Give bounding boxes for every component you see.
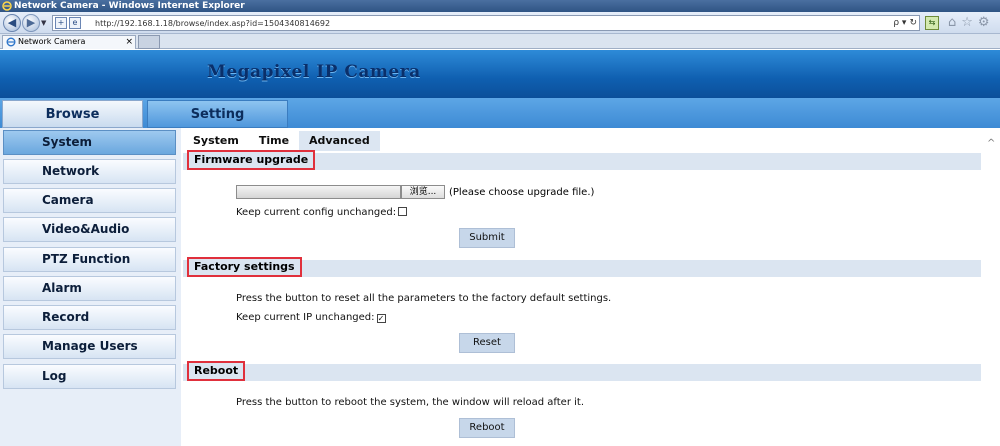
keep-ip-label: Keep current IP unchanged: — [236, 312, 375, 323]
factory-section-title: Factory settings — [187, 257, 302, 277]
keep-ip-checkbox[interactable]: ✓ — [376, 314, 386, 323]
sidebar-item-alarm[interactable]: Alarm — [3, 276, 176, 301]
keep-config-row: Keep current config unchanged: — [236, 206, 408, 219]
tab-setting[interactable]: Setting — [147, 100, 288, 128]
keep-config-checkbox[interactable] — [398, 207, 408, 216]
firmware-file-hint: (Please choose upgrade file.) — [449, 187, 595, 198]
reboot-description: Press the button to reboot the system, t… — [236, 397, 585, 408]
reboot-section-header: Reboot — [183, 361, 981, 381]
sidebar-item-network[interactable]: Network — [3, 159, 176, 184]
sidebar-item-record[interactable]: Record — [3, 305, 176, 330]
recent-pages-dropdown[interactable]: ▼ — [41, 19, 49, 27]
reboot-button[interactable]: Reboot — [459, 418, 515, 438]
reboot-section-title: Reboot — [187, 361, 246, 381]
favorites-star-icon[interactable]: ☆ — [961, 15, 973, 31]
url-text[interactable]: http://192.168.1.18/browse/index.asp?id=… — [95, 17, 330, 30]
refresh-icon[interactable]: ↻ — [909, 17, 917, 29]
firmware-section-title: Firmware upgrade — [187, 150, 316, 170]
ie-page-icon: e — [69, 17, 81, 29]
sidebar-item-video-audio[interactable]: Video&Audio — [3, 217, 176, 242]
file-browse-button[interactable]: 浏览... — [401, 185, 445, 199]
scroll-up-icon[interactable]: ^ — [987, 138, 995, 149]
page-banner: Megapixel IP Camera — [0, 50, 1000, 98]
submit-button[interactable]: Submit — [459, 228, 515, 248]
browser-tab[interactable]: Network Camera × — [2, 35, 136, 49]
sidebar-item-system[interactable]: System — [3, 130, 176, 155]
tools-gear-icon[interactable]: ⚙ — [978, 15, 990, 31]
new-tab-button[interactable] — [138, 35, 160, 49]
back-button[interactable]: ◀ — [3, 14, 21, 32]
home-icon[interactable]: ⌂ — [948, 15, 956, 31]
settings-content: System Time Advanced ^ Firmware upgrade … — [181, 128, 1000, 446]
firmware-file-input[interactable] — [236, 185, 401, 199]
subtab-system[interactable]: System — [183, 131, 249, 151]
forward-button[interactable]: ▶ — [22, 14, 40, 32]
browser-tab-bar: Network Camera × — [0, 34, 1000, 49]
subtab-time[interactable]: Time — [249, 131, 299, 151]
system-subtabs: System Time Advanced — [183, 131, 380, 151]
address-toolbar: ◀ ▶ ▼ + e http://192.168.1.18/browse/ind… — [0, 12, 1000, 34]
sidebar-item-manage-users[interactable]: Manage Users — [3, 334, 176, 359]
ie-logo-icon — [2, 1, 12, 11]
browser-tab-label: Network Camera — [18, 37, 86, 46]
back-arrow-icon: ◀ — [7, 16, 17, 29]
factory-section-header: Factory settings — [183, 257, 981, 277]
tab-browse[interactable]: Browse — [2, 100, 143, 128]
keep-config-label: Keep current config unchanged: — [236, 207, 397, 218]
tab-close-icon[interactable]: × — [125, 36, 133, 48]
firmware-section-header: Firmware upgrade — [183, 150, 981, 170]
compat-page-icon[interactable]: + — [55, 17, 67, 29]
banner-title: Megapixel IP Camera — [207, 62, 421, 82]
forward-arrow-icon: ▶ — [26, 16, 36, 29]
address-box[interactable]: + e http://192.168.1.18/browse/index.asp… — [52, 15, 920, 31]
reset-button[interactable]: Reset — [459, 333, 515, 353]
factory-description: Press the button to reset all the parame… — [236, 293, 612, 304]
window-title-bar: Network Camera - Windows Internet Explor… — [0, 0, 1000, 12]
keep-ip-row: Keep current IP unchanged: ✓ — [236, 311, 386, 324]
compatibility-view-icon[interactable]: ⇆ — [925, 16, 939, 30]
settings-sidebar: System Network Camera Video&Audio PTZ Fu… — [0, 128, 181, 446]
sidebar-item-camera[interactable]: Camera — [3, 188, 176, 213]
sidebar-item-ptz-function[interactable]: PTZ Function — [3, 247, 176, 272]
ie-tab-icon — [6, 37, 16, 47]
subtab-advanced[interactable]: Advanced — [299, 131, 380, 151]
sidebar-item-log[interactable]: Log — [3, 364, 176, 389]
search-dropdown-icon[interactable]: ρ ▾ — [893, 17, 906, 29]
window-title: Network Camera - Windows Internet Explor… — [14, 1, 245, 11]
